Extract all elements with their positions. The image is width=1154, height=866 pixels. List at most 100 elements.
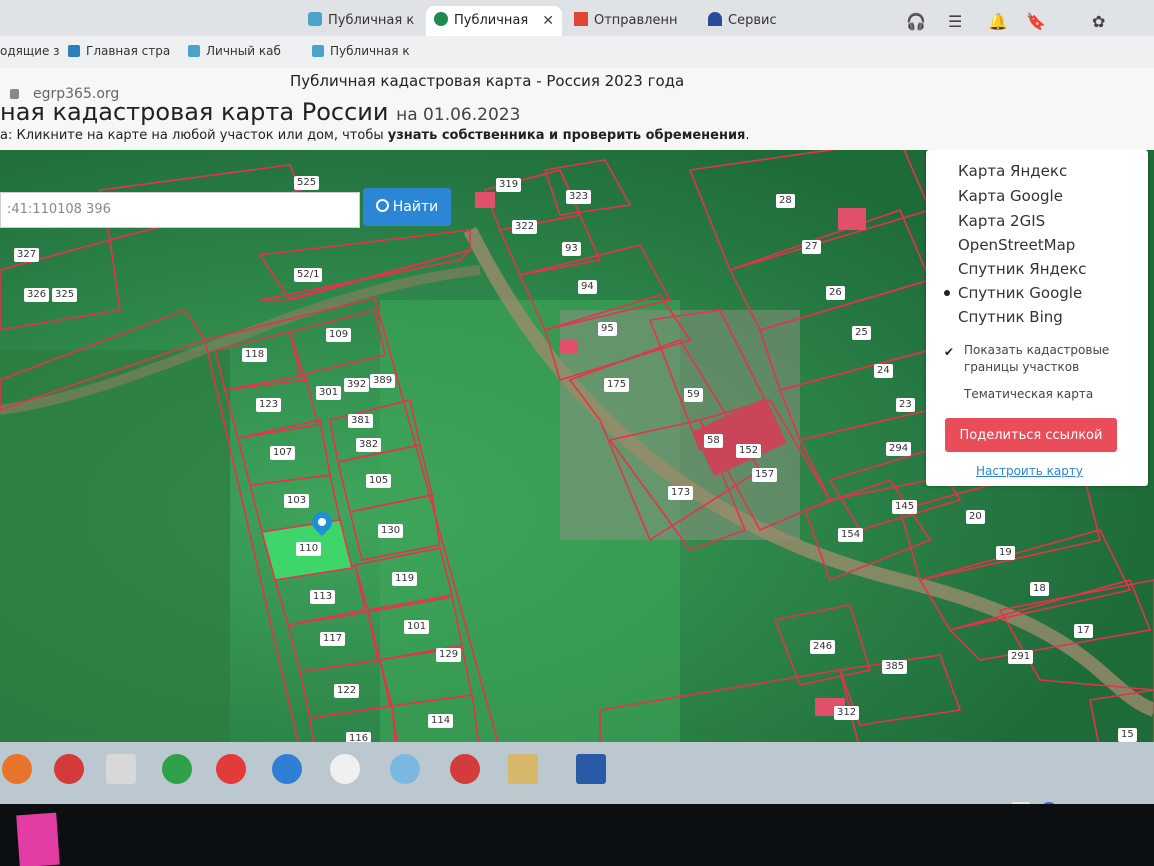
layer-option-google-map[interactable]: Карта Google — [958, 187, 1063, 205]
word-icon[interactable] — [576, 754, 606, 784]
paint-icon[interactable] — [390, 754, 420, 784]
plot-label[interactable]: 122 — [334, 684, 360, 698]
plot-label[interactable]: 301 — [316, 386, 342, 400]
tab-public-map-active[interactable]: Публичная ✕ — [426, 6, 562, 36]
configure-map-link[interactable]: Настроить карту — [976, 464, 1083, 478]
radio-icon[interactable] — [944, 168, 950, 174]
layer-option-yandex-satellite[interactable]: Спутник Яндекс — [958, 260, 1086, 278]
radio-icon[interactable] — [944, 218, 950, 224]
document-app-icon[interactable] — [106, 754, 136, 784]
cadastral-map[interactable]: 319 323 322 93 94 95 28 27 26 25 24 23 2… — [0, 150, 1154, 750]
firefox-icon[interactable] — [2, 754, 32, 784]
plot-label[interactable]: 15 — [1118, 728, 1137, 742]
plot-label[interactable]: 109 — [326, 328, 352, 342]
tab-sent-mail[interactable]: Отправленн — [566, 6, 696, 36]
plot-label[interactable]: 130 — [378, 524, 404, 538]
layer-option-openstreetmap[interactable]: OpenStreetMap — [958, 236, 1075, 254]
plot-label[interactable]: 157 — [752, 468, 778, 482]
yandex-icon[interactable] — [216, 754, 246, 784]
plot-label[interactable]: 154 — [838, 528, 864, 542]
radio-selected-icon[interactable] — [944, 290, 950, 296]
tab-service[interactable]: Сервис — [700, 6, 810, 36]
browser-app-icon[interactable] — [54, 754, 84, 784]
plot-label[interactable]: 110 — [296, 542, 322, 556]
layer-option-yandex-map[interactable]: Карта Яндекс — [958, 162, 1067, 180]
plot-label[interactable]: 392 — [344, 378, 370, 392]
file-explorer-icon[interactable] — [508, 754, 538, 784]
plot-label[interactable]: 119 — [392, 572, 418, 586]
plot-label[interactable]: 381 — [348, 414, 374, 428]
plot-label[interactable]: 389 — [370, 374, 396, 388]
plot-label[interactable]: 291 — [1008, 650, 1034, 664]
layer-option-2gis-map[interactable]: Карта 2GIS — [958, 212, 1045, 230]
internet-explorer-icon[interactable] — [272, 754, 302, 784]
plot-label[interactable]: 326 — [24, 288, 50, 302]
plot-label[interactable]: 322 — [512, 220, 538, 234]
plot-label[interactable]: 26 — [826, 286, 845, 300]
bookmark-main[interactable]: Главная стра — [68, 44, 170, 58]
plot-label[interactable]: 129 — [436, 648, 462, 662]
plot-label[interactable]: 114 — [428, 714, 454, 728]
plot-label[interactable]: 319 — [496, 178, 522, 192]
plot-label[interactable]: 117 — [320, 632, 346, 646]
plot-label[interactable]: 382 — [356, 438, 382, 452]
show-cadastral-borders-toggle[interactable]: ✔ Показать кадастровые границы участков — [944, 342, 1140, 376]
plot-label[interactable]: 145 — [892, 500, 918, 514]
plot-label[interactable]: 20 — [966, 510, 985, 524]
bookmark-inbox[interactable]: одящие з — [0, 44, 60, 58]
chrome-icon[interactable] — [162, 754, 192, 784]
plot-label[interactable]: 152 — [736, 444, 762, 458]
close-tab-icon[interactable]: ✕ — [542, 6, 554, 36]
plot-label[interactable]: 95 — [598, 322, 617, 336]
plot-label[interactable]: 294 — [886, 442, 912, 456]
plot-label[interactable]: 175 — [604, 378, 630, 392]
plot-label[interactable]: 385 — [882, 660, 908, 674]
plot-label[interactable]: 103 — [284, 494, 310, 508]
plot-label[interactable]: 58 — [704, 434, 723, 448]
bookmark-cabinet[interactable]: Личный каб — [188, 44, 281, 58]
cadastral-number-search-input[interactable]: :41:110108 396 — [0, 192, 360, 228]
thematic-map-toggle[interactable]: Тематическая карта — [944, 386, 1140, 403]
plot-label[interactable]: 327 — [14, 248, 40, 262]
bookmark-icon[interactable]: 🔖 — [1026, 12, 1046, 31]
plot-label[interactable]: 173 — [668, 486, 694, 500]
layer-option-bing-satellite[interactable]: Спутник Bing — [958, 308, 1063, 326]
checkbox-icon[interactable] — [944, 388, 956, 400]
plot-label[interactable]: 19 — [996, 546, 1015, 560]
share-link-button[interactable]: Поделиться ссылкой — [945, 418, 1117, 452]
plot-label[interactable]: 23 — [896, 398, 915, 412]
yandex-browser-icon[interactable] — [330, 754, 360, 784]
plot-label[interactable]: 107 — [270, 446, 296, 460]
plot-label[interactable]: 323 — [566, 190, 592, 204]
plot-label[interactable]: 17 — [1074, 624, 1093, 638]
plot-label[interactable]: 101 — [404, 620, 430, 634]
plot-label[interactable]: 27 — [802, 240, 821, 254]
plot-label[interactable]: 105 — [366, 474, 392, 488]
notifications-icon[interactable]: 🔔 — [988, 12, 1008, 31]
antivirus-icon[interactable] — [450, 754, 480, 784]
plot-label[interactable]: 246 — [810, 640, 836, 654]
plot-label[interactable]: 18 — [1030, 582, 1049, 596]
tab-public-map-1[interactable]: Публичная к — [300, 6, 426, 36]
plot-label[interactable]: 312 — [834, 706, 860, 720]
checkbox-checked-icon[interactable]: ✔ — [944, 344, 956, 359]
search-button[interactable]: Найти — [363, 188, 451, 226]
extension-icon[interactable]: ✿ — [1092, 12, 1105, 31]
plot-label[interactable]: 123 — [256, 398, 282, 412]
radio-icon[interactable] — [944, 242, 950, 248]
plot-label[interactable]: 525 — [294, 176, 320, 190]
radio-icon[interactable] — [944, 193, 950, 199]
plot-label[interactable]: 94 — [578, 280, 597, 294]
plot-label[interactable]: 118 — [242, 348, 268, 362]
plot-label[interactable]: 59 — [684, 388, 703, 402]
bookmark-public-map[interactable]: Публичная к — [312, 44, 410, 58]
plot-label[interactable]: 28 — [776, 194, 795, 208]
plot-label[interactable]: 24 — [874, 364, 893, 378]
radio-icon[interactable] — [944, 314, 950, 320]
plot-label[interactable]: 25 — [852, 326, 871, 340]
headphones-icon[interactable]: 🎧 — [906, 12, 926, 31]
layer-option-google-satellite[interactable]: Спутник Google — [944, 284, 1082, 302]
plot-label[interactable]: 93 — [562, 242, 581, 256]
plot-label[interactable]: 52/1 — [294, 268, 323, 282]
radio-icon[interactable] — [944, 266, 950, 272]
